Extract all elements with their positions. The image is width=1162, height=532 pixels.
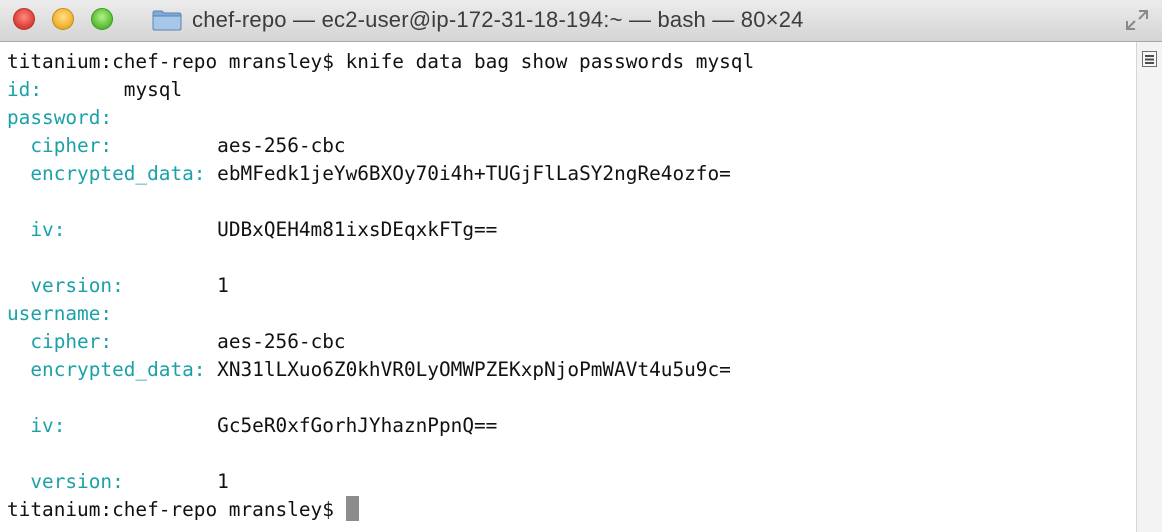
terminal-window: chef-repo — ec2-user@ip-172-31-18-194:~ … <box>0 0 1162 532</box>
scroll-handle-icon[interactable] <box>1142 51 1157 67</box>
field-key: cipher: <box>30 330 113 353</box>
field-value: UDBxQEH4m81ixsDEqxkFTg== <box>217 218 498 241</box>
terminal-line: cipher: aes-256-cbc <box>7 328 1136 356</box>
command-text: knife data bag show passwords mysql <box>345 50 755 73</box>
terminal-line: cipher: aes-256-cbc <box>7 132 1136 160</box>
padding <box>124 274 217 297</box>
terminal-line: encrypted_data: ebMFedk1jeYw6BXOy70i4h+T… <box>7 160 1136 188</box>
padding <box>65 414 217 437</box>
terminal-line: id: mysql <box>7 76 1136 104</box>
field-value: 1 <box>217 274 229 297</box>
field-key: password: <box>7 106 113 129</box>
scrollbar[interactable] <box>1136 42 1162 532</box>
field-value: Gc5eR0xfGorhJYhaznPpnQ== <box>217 414 498 437</box>
terminal-line: password: <box>7 104 1136 132</box>
text-cursor <box>345 496 359 521</box>
field-value: 1 <box>217 470 229 493</box>
terminal-line: iv: Gc5eR0xfGorhJYhaznPpnQ== <box>7 412 1136 440</box>
terminal-line: version: 1 <box>7 272 1136 300</box>
close-button[interactable] <box>13 8 35 30</box>
padding <box>112 134 217 157</box>
field-value: aes-256-cbc <box>217 330 346 353</box>
padding <box>205 162 217 185</box>
field-key: id: <box>7 78 43 101</box>
folder-icon <box>152 9 182 31</box>
window-title: chef-repo — ec2-user@ip-172-31-18-194:~ … <box>192 7 804 32</box>
field-value: ebMFedk1jeYw6BXOy70i4h+TUGjFlLaSY2ngRe4o… <box>217 162 731 185</box>
padding <box>65 218 217 241</box>
terminal-line: titanium:chef-repo mransley$ <box>7 496 1136 524</box>
field-value: mysql <box>123 78 183 101</box>
window-title-group: chef-repo — ec2-user@ip-172-31-18-194:~ … <box>152 0 804 40</box>
terminal-line: encrypted_data: XN31lLXuo6Z0khVR0LyOMWPZ… <box>7 356 1136 384</box>
field-key: iv: <box>30 218 66 241</box>
field-key: encrypted_data: <box>30 358 206 381</box>
minimize-button[interactable] <box>52 8 74 30</box>
field-key: encrypted_data: <box>30 162 206 185</box>
title-bar[interactable]: chef-repo — ec2-user@ip-172-31-18-194:~ … <box>0 0 1162 42</box>
field-value: aes-256-cbc <box>217 134 346 157</box>
terminal-line: iv: UDBxQEH4m81ixsDEqxkFTg== <box>7 216 1136 244</box>
padding <box>112 330 217 353</box>
field-value: XN31lLXuo6Z0khVR0LyOMWPZEKxpNjoPmWAVt4u5… <box>217 358 731 381</box>
terminal-output[interactable]: titanium:chef-repo mransley$ knife data … <box>0 42 1136 532</box>
terminal-line: username: <box>7 300 1136 328</box>
fullscreen-icon[interactable] <box>1124 8 1150 32</box>
zoom-button[interactable] <box>91 8 113 30</box>
padding <box>205 358 217 381</box>
field-key: cipher: <box>30 134 113 157</box>
field-key: version: <box>30 274 124 297</box>
field-key: iv: <box>30 414 66 437</box>
padding <box>124 470 217 493</box>
field-key: version: <box>30 470 124 493</box>
padding <box>42 78 124 101</box>
field-key: username: <box>7 302 113 325</box>
shell-prompt: titanium:chef-repo mransley$ <box>7 498 346 521</box>
terminal-line: titanium:chef-repo mransley$ knife data … <box>7 48 1136 76</box>
terminal-line: version: 1 <box>7 468 1136 496</box>
shell-prompt: titanium:chef-repo mransley$ <box>7 50 346 73</box>
